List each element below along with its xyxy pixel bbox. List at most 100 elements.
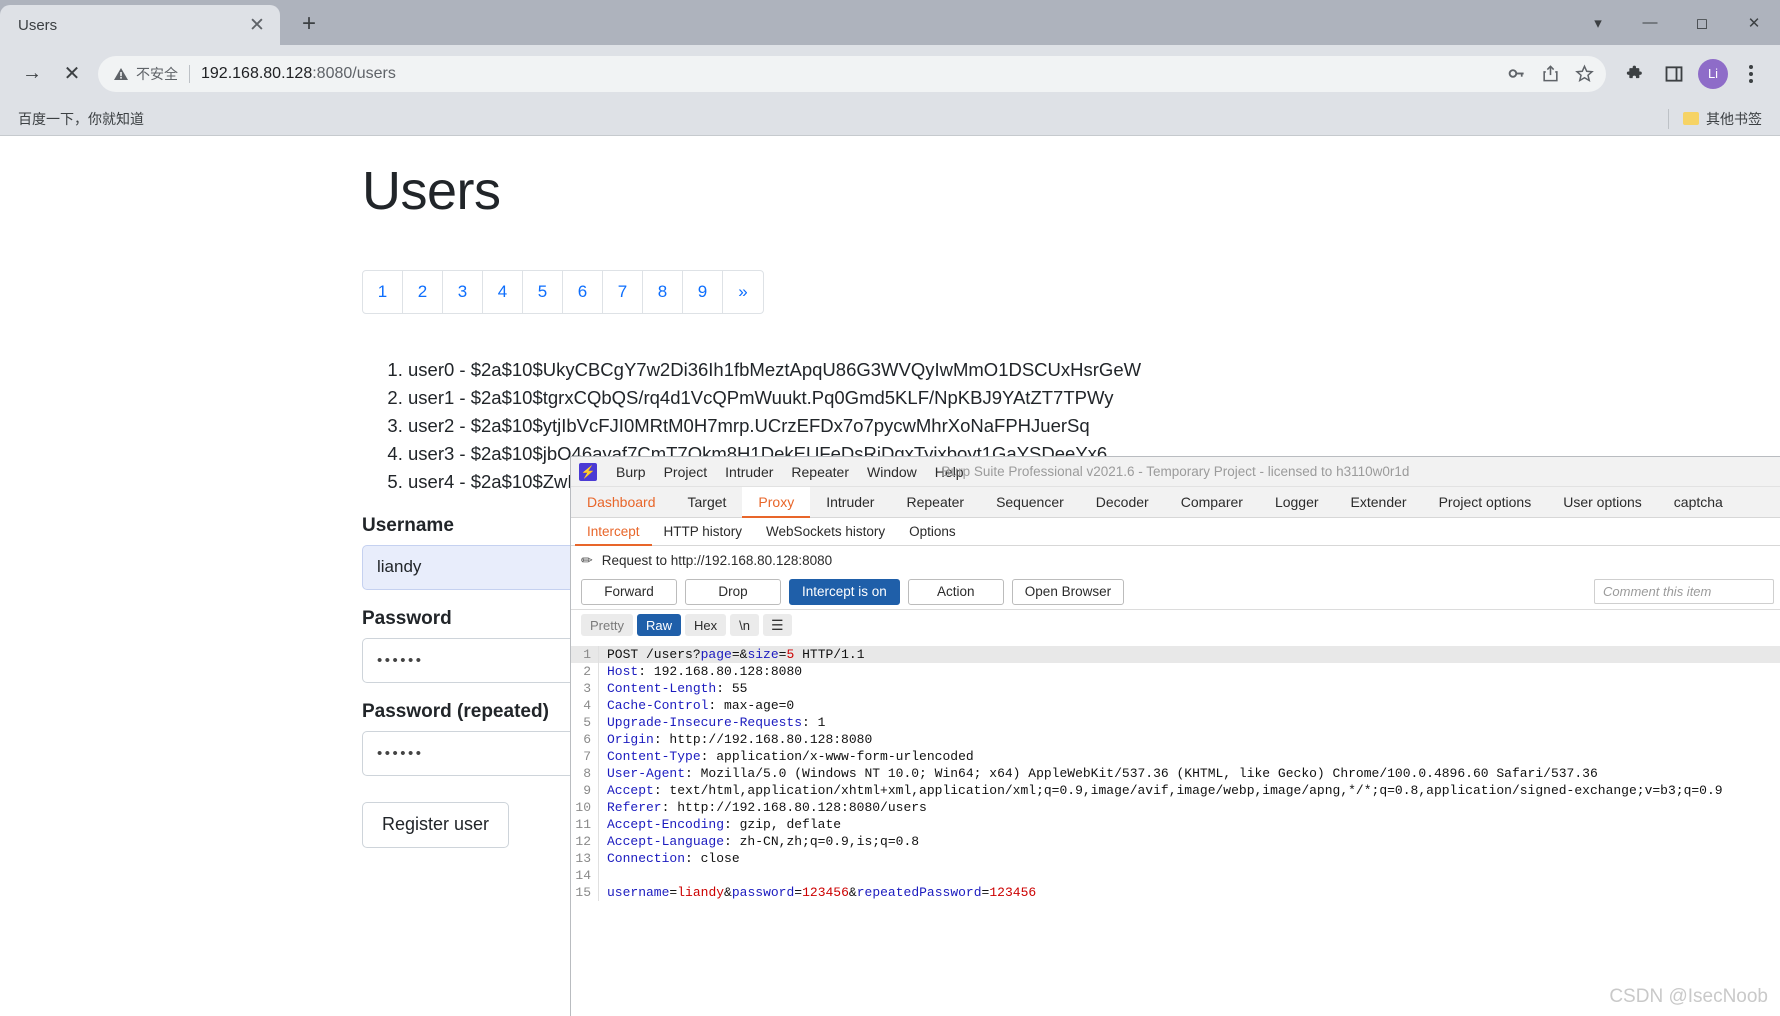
burp-viewtab-pretty[interactable]: Pretty	[581, 614, 633, 636]
new-tab-button[interactable]: +	[290, 5, 328, 43]
burp-subtab-http-history[interactable]: HTTP history	[652, 518, 755, 545]
side-panel-icon[interactable]	[1656, 56, 1692, 92]
list-item: user1 - $2a$10$tgrxCQbQS/rq4d1VcQPmWuukt…	[408, 384, 1780, 412]
burp-subtab-intercept[interactable]: Intercept	[575, 518, 652, 546]
line-number: 6	[571, 731, 599, 748]
key-icon[interactable]	[1500, 58, 1532, 90]
burp-tab-comparer[interactable]: Comparer	[1165, 487, 1259, 517]
register-user-button[interactable]: Register user	[362, 801, 510, 848]
line-content: Content-Length: 55	[607, 681, 748, 696]
line-number: 8	[571, 765, 599, 782]
request-line: 7 Content-Type: application/x-www-form-ur…	[571, 748, 1780, 765]
close-icon[interactable]: ✕	[244, 12, 270, 38]
pagination-page-»[interactable]: »	[723, 271, 763, 313]
line-content: Referer: http://192.168.80.128:8080/user…	[607, 800, 927, 815]
omnibox[interactable]: 不安全 192.168.80.128:8080/users	[98, 55, 1606, 92]
burp-menu-project[interactable]: Project	[655, 464, 717, 480]
request-line: 11 Accept-Encoding: gzip, deflate	[571, 816, 1780, 833]
pagination-page-2[interactable]: 2	[403, 271, 443, 313]
burp-tab-logger[interactable]: Logger	[1259, 487, 1335, 517]
burp-tab-proxy[interactable]: Proxy	[742, 487, 811, 518]
burp-button-intercept-is-on[interactable]: Intercept is on	[789, 578, 900, 605]
burp-tab-project-options[interactable]: Project options	[1423, 487, 1548, 517]
pagination-page-9[interactable]: 9	[683, 271, 723, 313]
bookmark-item-baidu[interactable]: 百度一下，你就知道	[12, 106, 150, 132]
browser-tab-users[interactable]: Users ✕	[0, 5, 280, 45]
burp-tab-decoder[interactable]: Decoder	[1080, 487, 1165, 517]
maximize-button[interactable]: ◻	[1676, 0, 1728, 45]
burp-viewtab-raw[interactable]: Raw	[636, 614, 681, 636]
burp-main-tabs: Dashboard Target Proxy Intruder Repeater Sequ…	[571, 487, 1780, 518]
hamburger-icon[interactable]: ☰	[762, 614, 792, 636]
burp-menu-repeater[interactable]: Repeater	[782, 464, 858, 480]
pagination-page-4[interactable]: 4	[483, 271, 523, 313]
share-icon[interactable]	[1534, 58, 1566, 90]
burp-button-drop[interactable]: Drop	[685, 578, 781, 605]
line-number: 10	[571, 799, 599, 816]
line-content: User-Agent: Mozilla/5.0 (Windows NT 10.0…	[607, 766, 1598, 781]
pagination-page-6[interactable]: 6	[563, 271, 603, 313]
line-content: Content-Type: application/x-www-form-url…	[607, 749, 974, 764]
pagination-page-1[interactable]: 1	[363, 271, 403, 313]
burp-menu-intruder[interactable]: Intruder	[716, 464, 782, 480]
burp-request-editor[interactable]: 1 POST /users?page=&size=5 HTTP/1.1 2 Host:…	[571, 646, 1780, 1016]
line-number: 15	[571, 884, 599, 901]
line-content: POST /users?page=&size=5 HTTP/1.1	[607, 647, 865, 662]
window-close-button[interactable]: ✕	[1728, 0, 1780, 45]
burp-window-label: Burp Suite Professional v2021.6 - Tempor…	[941, 464, 1410, 479]
line-content: Host: 192.168.80.128:8080	[607, 664, 803, 679]
request-line: 13 Connection: close	[571, 850, 1780, 867]
page-title: Users	[362, 161, 501, 221]
username-input-value: liandy	[377, 557, 422, 577]
burp-tab-target[interactable]: Target	[672, 487, 743, 517]
request-line: 4 Cache-Control: max-age=0	[571, 697, 1780, 714]
security-label: 不安全	[136, 65, 178, 82]
three-dot-menu-icon[interactable]	[1734, 56, 1768, 92]
burp-tab-repeater[interactable]: Repeater	[890, 487, 980, 517]
request-line: 12 Accept-Language: zh-CN,zh;q=0.9,is;q=0…	[571, 833, 1780, 850]
line-content: Origin: http://192.168.80.128:8080	[607, 732, 873, 747]
star-icon[interactable]	[1568, 58, 1600, 90]
request-line: 8 User-Agent: Mozilla/5.0 (Windows NT 10.…	[571, 765, 1780, 782]
address-bar-url[interactable]: 192.168.80.128:8080/users	[201, 65, 1500, 83]
burp-tab-extender[interactable]: Extender	[1335, 487, 1423, 517]
request-line: 2 Host: 192.168.80.128:8080	[571, 663, 1780, 680]
pagination-page-8[interactable]: 8	[643, 271, 683, 313]
puzzle-icon[interactable]	[1618, 56, 1654, 92]
bookmarks-bar: 百度一下，你就知道 其他书签	[0, 102, 1780, 136]
burp-tab-dashboard[interactable]: Dashboard	[571, 487, 672, 517]
burp-button-open-browser[interactable]: Open Browser	[1011, 578, 1125, 605]
minimize-button[interactable]: —	[1624, 0, 1676, 45]
burp-viewtab-nn[interactable]: \n	[730, 614, 759, 636]
line-content: Cache-Control: max-age=0	[607, 698, 795, 713]
forward-arrow-icon[interactable]: →	[12, 54, 52, 94]
request-line: 1 POST /users?page=&size=5 HTTP/1.1	[571, 646, 1780, 663]
bookmark-label: 百度一下，你就知道	[18, 110, 144, 127]
burp-subtab-options[interactable]: Options	[897, 518, 968, 545]
stop-loading-icon[interactable]: ✕	[52, 54, 92, 94]
list-item: user2 - $2a$10$ytjIbVcFJI0MRtM0H7mrp.UCr…	[408, 412, 1780, 440]
comment-input[interactable]: Comment this item	[1594, 579, 1774, 604]
burp-menu-burp[interactable]: Burp	[607, 464, 655, 480]
line-content: Connection: close	[607, 851, 740, 866]
burp-subtab-websockets-history[interactable]: WebSockets history	[754, 518, 897, 545]
burp-button-action[interactable]: Action	[907, 578, 1004, 605]
burp-menu-window[interactable]: Window	[858, 464, 926, 480]
burp-viewtab-hex[interactable]: Hex	[684, 614, 727, 636]
bookmark-folder-other[interactable]: 其他书签	[1677, 106, 1768, 132]
line-number: 3	[571, 680, 599, 697]
pagination-page-5[interactable]: 5	[523, 271, 563, 313]
avatar[interactable]: Li	[1698, 58, 1728, 89]
burp-tab-captcha[interactable]: captcha	[1658, 487, 1739, 517]
burp-menu-bar: ⚡ Burp Project Intruder Repeater Window Help …	[571, 457, 1780, 487]
line-number: 9	[571, 782, 599, 799]
burp-tab-user-options[interactable]: User options	[1547, 487, 1658, 517]
burp-tab-sequencer[interactable]: Sequencer	[980, 487, 1080, 517]
burp-tab-intruder[interactable]: Intruder	[810, 487, 890, 517]
line-content: Accept-Encoding: gzip, deflate	[607, 817, 842, 832]
chevron-down-icon[interactable]: ▾	[1572, 0, 1624, 45]
pagination-page-3[interactable]: 3	[443, 271, 483, 313]
burp-action-buttons: Forward Drop Intercept is on Action Open Bro…	[571, 574, 1780, 610]
burp-button-forward[interactable]: Forward	[581, 578, 677, 605]
pagination-page-7[interactable]: 7	[603, 271, 643, 313]
